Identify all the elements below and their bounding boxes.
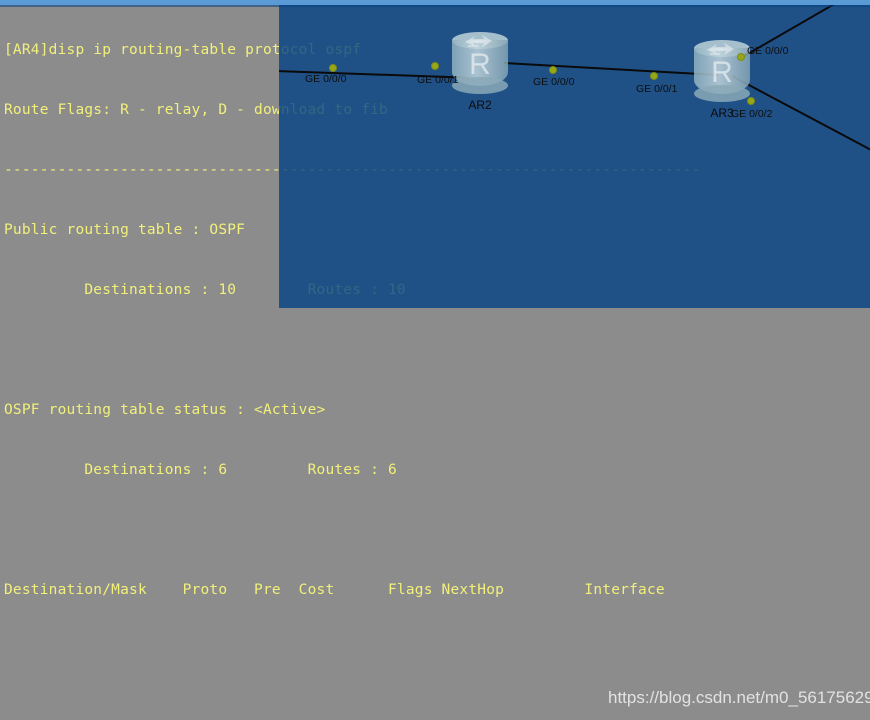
watermark-url: https://blog.csdn.net/m0_56175629 — [608, 688, 870, 707]
terminal-blank-3 — [4, 640, 866, 660]
port-dot-ar3-ge000[interactable] — [737, 53, 745, 61]
terminal-active-counts: Destinations : 6 Routes : 6 — [4, 462, 397, 478]
terminal-active-status: OSPF routing table status : <Active> — [4, 402, 326, 418]
router-arrows-icon — [465, 35, 492, 47]
terminal-blank-1 — [4, 340, 866, 360]
router-ar2[interactable]: R — [452, 32, 508, 94]
port-label-ar3-ge002: GE 0/0/2 — [731, 108, 773, 120]
port-label-ar2-ge001: GE 0/0/1 — [417, 74, 459, 86]
port-dot-ar2-ge001[interactable] — [431, 62, 439, 70]
screenshot-root: [AR4]disp ip routing-table protocol ospf… — [0, 0, 870, 720]
port-dot-ar3-ge002[interactable] — [747, 97, 755, 105]
router-ar3[interactable]: R — [694, 40, 750, 102]
window-titlebar-shadow — [0, 5, 870, 7]
terminal-header-active: Destination/Mask Proto Pre Cost Flags Ne… — [4, 582, 665, 598]
terminal-blank-2 — [4, 520, 866, 540]
topology-window[interactable]: R AR1 GE 0/0/0 R AR2 GE 0/0/1 — [279, 0, 870, 308]
router-ar2-glyph: R — [469, 48, 491, 81]
port-dot-ar3-ge001[interactable] — [650, 72, 658, 80]
device-label-ar2: AR2 — [468, 98, 492, 112]
port-label-ar3-ge000: GE 0/0/0 — [747, 45, 789, 57]
port-label-ar2-ge000: GE 0/0/0 — [533, 76, 575, 88]
topology-canvas[interactable]: R AR1 GE 0/0/0 R AR2 GE 0/0/1 — [279, 0, 870, 308]
port-label-ar3-ge001: GE 0/0/1 — [636, 83, 678, 95]
link-ar2-ar3 — [503, 62, 719, 77]
port-dot-ar2-ge000[interactable] — [549, 66, 557, 74]
router-arrows-icon — [707, 43, 734, 55]
port-dot-ar1-ge000[interactable] — [329, 64, 337, 72]
router-ar3-glyph: R — [711, 56, 733, 89]
port-label-ar1-ge000: GE 0/0/0 — [305, 73, 347, 85]
